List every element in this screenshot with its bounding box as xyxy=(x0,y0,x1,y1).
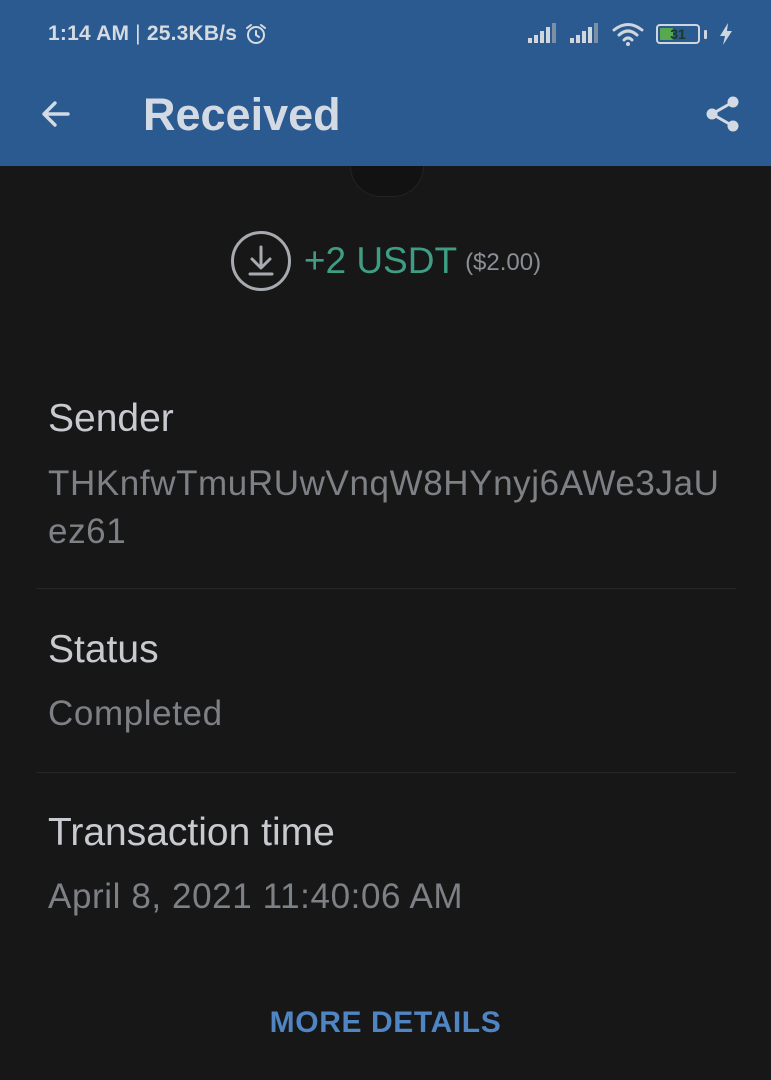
signal-icon-2 xyxy=(570,23,600,45)
divider xyxy=(36,772,736,773)
more-details-button[interactable]: MORE DETAILS xyxy=(0,1006,771,1040)
wifi-icon xyxy=(612,22,644,46)
signal-icon xyxy=(528,23,558,45)
sender-label: Sender xyxy=(48,397,174,440)
battery-level: 31 xyxy=(670,26,686,42)
network-speed: 25.3KB/s xyxy=(146,22,238,45)
transaction-time-label: Transaction time xyxy=(48,811,335,854)
status-time: 1:14 AM xyxy=(48,22,130,45)
transaction-detail-screen: 1:14 AM | 25.3KB/s 31 Received +2 USDT (… xyxy=(0,0,771,1080)
status-right: 31 xyxy=(528,22,733,46)
back-button[interactable] xyxy=(28,86,84,142)
charging-bolt-icon xyxy=(719,23,733,45)
transaction-time-value: April 8, 2021 11:40:06 AM xyxy=(48,877,464,916)
camera-notch xyxy=(350,166,424,197)
arrow-left-icon xyxy=(42,101,70,127)
status-separator: | xyxy=(135,22,141,45)
alarm-icon xyxy=(244,22,268,46)
app-header: 1:14 AM | 25.3KB/s 31 Received xyxy=(0,0,771,166)
status-bar: 1:14 AM | 25.3KB/s 31 xyxy=(0,0,771,72)
status-left: 1:14 AM | 25.3KB/s xyxy=(48,22,268,46)
share-icon xyxy=(706,96,739,132)
transaction-amount-row: +2 USDT ($2.00) xyxy=(0,228,771,294)
battery-icon: 31 xyxy=(656,24,707,44)
status-label: Status xyxy=(48,628,159,671)
divider xyxy=(36,588,736,589)
page-title: Received xyxy=(143,89,341,140)
sender-address[interactable]: THKnfwTmuRUwVnqW8HYnyj6AWe3JaUez61 xyxy=(48,460,728,556)
status-value: Completed xyxy=(48,694,223,733)
crypto-amount: +2 USDT xyxy=(303,240,458,281)
download-circle-icon xyxy=(230,230,292,292)
share-button[interactable] xyxy=(695,86,751,142)
app-bar: Received xyxy=(0,72,771,166)
battery-body: 31 xyxy=(656,24,700,44)
battery-tip xyxy=(704,29,707,39)
fiat-amount: ($2.00) xyxy=(465,249,542,276)
